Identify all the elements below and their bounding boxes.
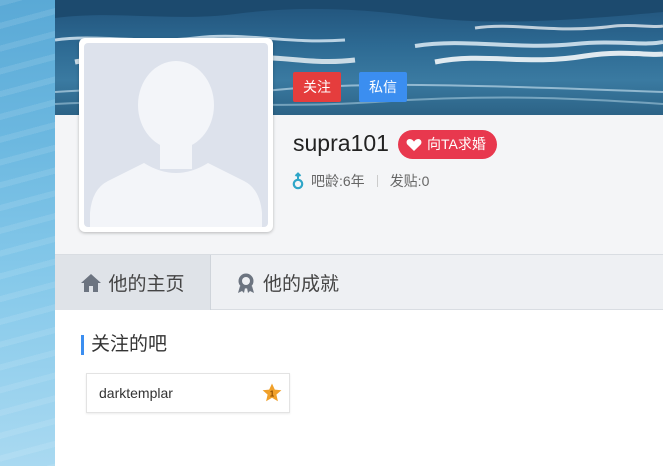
medal-icon [238,273,254,293]
username: supra101 [293,130,389,156]
meta-divider [376,175,378,187]
profile-page: 关注 私信 supra101 向TA求婚 吧龄:6年 发贴:0 他的主页 他的成… [55,0,663,466]
propose-label: 向TA求婚 [427,136,486,152]
male-icon [292,172,304,190]
heart-icon [406,138,422,151]
avatar[interactable] [79,38,273,232]
followed-forum-item[interactable]: darktemplar 1 [86,373,290,413]
followed-forums-title: 关注的吧 [81,335,167,355]
propose-button[interactable]: 向TA求婚 [398,130,497,159]
post-count: 发贴:0 [389,173,430,189]
tab-achievements-label: 他的成就 [263,274,340,295]
svg-text:1: 1 [270,390,275,399]
profile-meta: 吧龄:6年 发贴:0 [291,171,429,191]
profile-tabs: 他的主页 他的成就 [55,254,663,310]
home-icon [81,273,102,292]
bar-age: 吧龄:6年 [311,173,365,189]
tab-home-label: 他的主页 [108,274,185,295]
default-avatar-silhouette [84,43,268,227]
forum-name: darktemplar [99,385,173,401]
message-button[interactable]: 私信 [359,72,407,102]
star-badge-icon: 1 [262,383,282,402]
user-silhouette-icon [90,61,262,227]
background-left-strip [0,0,55,466]
tab-achievements[interactable]: 他的成就 [235,255,339,310]
follow-button[interactable]: 关注 [293,72,341,102]
tab-home[interactable]: 他的主页 [55,255,211,310]
